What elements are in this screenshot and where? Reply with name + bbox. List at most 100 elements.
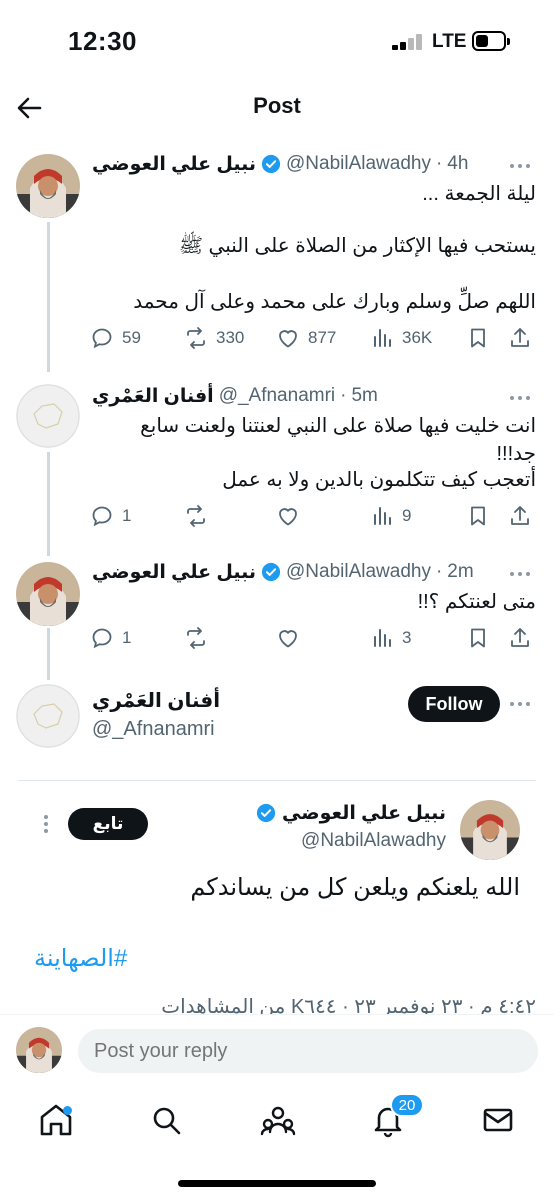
more-dots-icon [510, 702, 530, 706]
more-dots-vertical-icon [44, 815, 48, 833]
more-button[interactable] [36, 812, 56, 836]
views-button[interactable]: 3 [370, 624, 411, 652]
reply-bar [0, 1014, 554, 1086]
share-icon [511, 506, 529, 525]
tweet-actions: 1 3 [80, 624, 536, 652]
views-icon [374, 329, 391, 347]
tweet-time: 4h [447, 153, 469, 174]
avatar[interactable] [16, 384, 80, 448]
author-handle[interactable]: @NabilAlawadhy [286, 561, 431, 583]
tweet-text-line: أتعجب كيف تتكلمون بالدين ولا به عمل [222, 469, 536, 491]
tweet-text-line: جد!!! [496, 443, 536, 465]
bookmark-icon [471, 506, 485, 526]
bookmark-icon [471, 628, 485, 648]
author-name[interactable]: نبيل علي العوضي [92, 561, 256, 584]
home-icon [40, 1104, 72, 1136]
author-name[interactable]: أفنان العَمْري [92, 385, 214, 408]
avatar[interactable] [460, 800, 520, 860]
tab-search[interactable] [142, 1096, 190, 1144]
tweet-header: نبيل علي العوضي @NabilAlawadhy · 4h [92, 153, 469, 176]
divider [18, 780, 536, 781]
more-dots-icon [510, 396, 530, 400]
repost-button[interactable] [184, 502, 208, 530]
repost-button[interactable]: 330 [184, 324, 244, 352]
avatar[interactable] [16, 154, 80, 218]
author-handle[interactable]: @NabilAlawadhy [286, 153, 431, 175]
avatar[interactable] [16, 684, 80, 748]
notification-badge: 20 [390, 1093, 424, 1117]
bookmark-button[interactable] [466, 324, 490, 352]
like-button[interactable] [276, 624, 300, 652]
repost-button[interactable] [184, 624, 208, 652]
quoted-meta-clip: ٤:٤٢ م · ٢٣ نوفمبر ٢٣ · K٦٤٤ من المشاهدا… [136, 992, 536, 1014]
quoted-text: الله يلعنكم ويلعن كل من يساندكم [190, 874, 520, 901]
more-dots-icon [510, 164, 530, 168]
share-button[interactable] [508, 502, 532, 530]
tweet-text-line: اللهم صلِّ وسلم وبارك على محمد وعلى آل م… [133, 291, 536, 313]
follow-card-name[interactable]: أفنان العَمْري [92, 688, 220, 713]
repost-count: 330 [216, 328, 245, 347]
views-icon [374, 629, 391, 647]
reply-button[interactable]: 1 [90, 624, 131, 652]
verified-badge-icon [256, 803, 276, 823]
reply-button[interactable]: 59 [90, 324, 141, 352]
repost-icon [187, 505, 205, 527]
reply-icon [92, 628, 112, 649]
hashtag-link[interactable]: #الصهاينة [34, 944, 127, 973]
author-handle[interactable]: @_Afnanamri [219, 385, 335, 407]
battery-icon [472, 31, 510, 51]
bookmark-button[interactable] [466, 502, 490, 530]
views-button[interactable]: 9 [370, 502, 411, 530]
views-icon [374, 507, 391, 525]
avatar[interactable] [16, 562, 80, 626]
more-button[interactable] [506, 694, 534, 714]
reply-icon [92, 328, 112, 349]
tweet-time: 2m [447, 561, 474, 582]
more-button[interactable] [506, 156, 534, 176]
like-button[interactable]: 877 [276, 324, 336, 352]
views-count: 36K [402, 328, 433, 347]
thread-line [47, 628, 50, 680]
verified-badge-icon [261, 154, 281, 174]
tab-home[interactable] [32, 1096, 80, 1144]
tweet-text-line: انت خليت فيها صلاة على النبي لعنتنا ولعن… [140, 415, 536, 437]
tweet-actions: 1 9 [80, 502, 536, 530]
heart-icon [279, 508, 297, 526]
author-name[interactable]: نبيل علي العوضي [92, 153, 256, 176]
header: Post [0, 80, 554, 136]
tweet-header: أفنان العَمْري @_Afnanamri · 5m [92, 385, 378, 408]
reply-button[interactable]: 1 [90, 502, 131, 530]
avatar[interactable] [16, 1027, 62, 1073]
reply-count: 1 [122, 628, 132, 647]
tweet-actions: 59 330 877 36K [80, 324, 536, 352]
follow-button[interactable]: Follow [408, 686, 500, 722]
like-button[interactable] [276, 502, 300, 530]
tweet-time: 5m [351, 385, 378, 406]
repost-icon [187, 327, 205, 349]
status-time: 12:30 [68, 26, 137, 56]
share-button[interactable] [508, 624, 532, 652]
views-count: 3 [402, 628, 412, 647]
author-handle[interactable]: @NabilAlawadhy [301, 830, 446, 852]
follow-card-handle[interactable]: @_Afnanamri [92, 718, 215, 741]
tweet-text-line: ليلة الجمعة ... [422, 183, 536, 205]
verified-badge-icon [261, 562, 281, 582]
reply-input[interactable] [78, 1029, 538, 1073]
tweet-text-line: يستحب فيها الإكثار من الصلاة على النبي ﷺ [178, 235, 536, 257]
views-button[interactable]: 36K [370, 324, 432, 352]
thread-line [47, 452, 50, 556]
author-name[interactable]: نبيل علي العوضي [282, 802, 446, 825]
more-button[interactable] [506, 564, 534, 584]
follow-button[interactable]: تابع [68, 808, 148, 840]
repost-icon [187, 627, 205, 649]
network-type: LTE [432, 31, 467, 52]
bookmark-button[interactable] [466, 624, 490, 652]
home-indicator [178, 1180, 376, 1187]
search-icon [153, 1107, 181, 1135]
tweet-header: نبيل علي العوضي @NabilAlawadhy · 2m [92, 561, 474, 584]
share-button[interactable] [508, 324, 532, 352]
tab-messages[interactable] [474, 1096, 522, 1144]
tab-communities[interactable] [254, 1096, 302, 1144]
more-button[interactable] [506, 388, 534, 408]
heart-icon [279, 630, 297, 648]
